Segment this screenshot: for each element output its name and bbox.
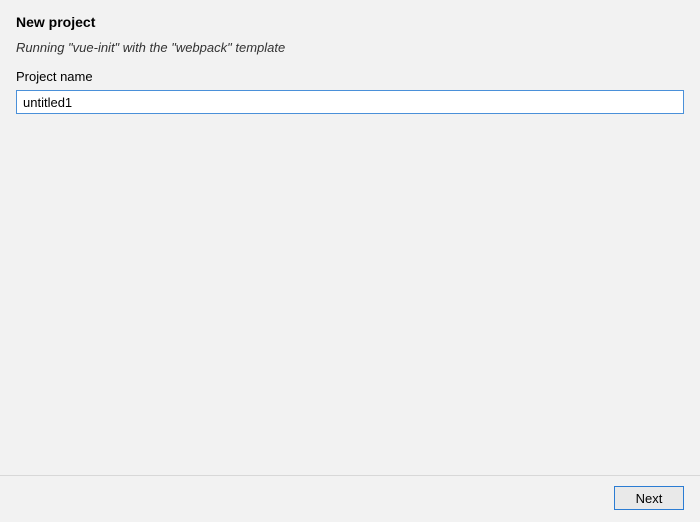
project-name-input[interactable]	[16, 90, 684, 114]
project-name-label: Project name	[16, 69, 684, 84]
dialog-footer: Next	[0, 475, 700, 522]
dialog-content: New project Running "vue-init" with the …	[0, 0, 700, 475]
dialog-subtitle: Running "vue-init" with the "webpack" te…	[16, 40, 684, 55]
next-button[interactable]: Next	[614, 486, 684, 510]
dialog-title: New project	[16, 14, 684, 30]
